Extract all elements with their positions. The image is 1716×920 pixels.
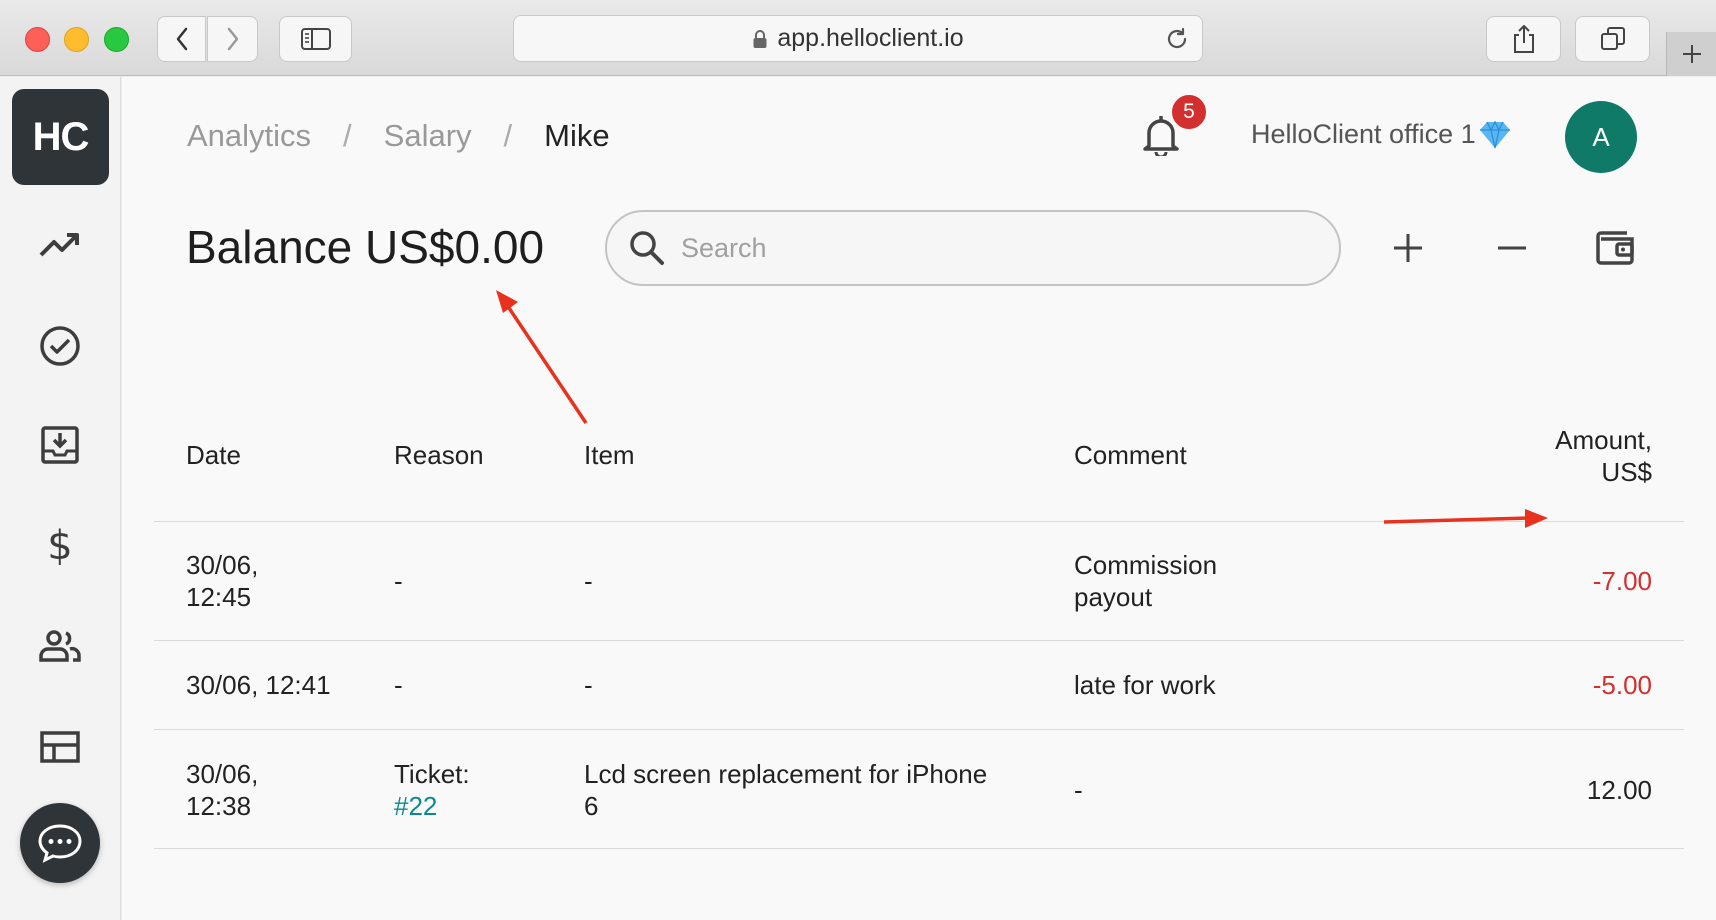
column-header-date[interactable]: Date — [186, 439, 376, 471]
breadcrumb-analytics[interactable]: Analytics — [187, 118, 311, 154]
people-icon — [39, 630, 81, 662]
sidebar: HC $ — [0, 77, 121, 920]
breadcrumb-current: Mike — [544, 118, 610, 153]
sidebar-item-tasks[interactable] — [30, 316, 90, 376]
row-date: 30/06, 12:38 — [186, 758, 376, 822]
minus-icon — [1498, 246, 1526, 250]
row-date: 30/06, 12:45 — [186, 549, 376, 613]
chevron-left-icon — [176, 27, 187, 51]
row-amount: 12.00 — [1586, 775, 1652, 805]
table-row[interactable]: 30/06, 12:45 - - Commission payout -7.00 — [154, 522, 1684, 641]
url-text: app.helloclient.io — [777, 24, 964, 52]
address-bar[interactable]: app.helloclient.io — [513, 15, 1203, 62]
close-window-button[interactable] — [25, 27, 50, 52]
row-comment: Commission payout — [1074, 549, 1274, 613]
breadcrumb-separator: / — [343, 118, 352, 153]
search-input[interactable] — [681, 232, 1301, 264]
row-date-line: 30/06, — [186, 550, 259, 580]
row-item-line: Lcd screen replacement for iPhone — [584, 759, 988, 789]
column-header-comment[interactable]: Comment — [1074, 439, 1274, 471]
tabs-icon — [1600, 27, 1625, 50]
row-comment: - — [1074, 775, 1083, 805]
chat-bubble-icon — [38, 824, 82, 863]
sidebar-item-finance[interactable]: $ — [30, 515, 90, 575]
ticket-link[interactable]: #22 — [394, 790, 574, 822]
sidebar-icon — [300, 28, 331, 50]
search-icon — [629, 230, 665, 266]
transactions-table: Date Reason Item Comment Amount, US$ 30/… — [154, 377, 1684, 849]
row-amount: -5.00 — [1592, 670, 1652, 700]
back-button[interactable] — [157, 16, 206, 62]
row-item: - — [584, 566, 593, 596]
row-comment-line: Commission — [1074, 550, 1218, 580]
row-comment: late for work — [1074, 670, 1216, 700]
row-item: - — [584, 670, 593, 700]
row-comment-line: payout — [1074, 582, 1153, 612]
chat-button[interactable] — [20, 803, 100, 883]
check-circle-icon — [40, 326, 80, 366]
column-header-item[interactable]: Item — [584, 439, 1044, 471]
breadcrumb: Analytics / Salary / Mike — [187, 118, 610, 154]
forward-button[interactable] — [207, 16, 258, 62]
tabs-overview-button[interactable] — [1575, 16, 1650, 62]
row-amount: -7.00 — [1592, 566, 1652, 596]
row-item: Lcd screen replacement for iPhone 6 — [584, 758, 1044, 822]
sidebar-item-inventory[interactable] — [30, 415, 90, 475]
table-header: Date Reason Item Comment Amount, US$ — [154, 377, 1684, 522]
row-reason: - — [394, 670, 403, 700]
table-row[interactable]: 30/06, 12:38 Ticket: #22 Lcd screen repl… — [154, 730, 1684, 849]
plus-icon — [1394, 234, 1422, 262]
reload-icon[interactable] — [1164, 26, 1190, 59]
row-date-line: 12:45 — [186, 582, 252, 612]
app-logo[interactable]: HC — [12, 89, 109, 185]
new-tab-button[interactable] — [1666, 32, 1716, 76]
column-header-amount-line2: US$ — [1601, 457, 1652, 487]
share-button[interactable] — [1486, 16, 1561, 62]
wallet-button[interactable] — [1587, 220, 1643, 276]
row-reason: Ticket: #22 — [394, 758, 574, 822]
row-reason: - — [394, 566, 403, 596]
row-date-line: 30/06, — [186, 759, 259, 789]
add-entry-button[interactable] — [1380, 220, 1436, 276]
breadcrumb-salary[interactable]: Salary — [384, 118, 472, 154]
column-header-amount[interactable]: Amount, US$ — [1452, 424, 1652, 488]
chevron-right-icon — [227, 27, 238, 51]
row-reason-line: Ticket: — [394, 759, 470, 789]
lock-icon — [752, 29, 768, 49]
office-name: HelloClient office 1 — [1251, 119, 1476, 149]
row-item-line: 6 — [584, 791, 599, 821]
search-field[interactable] — [605, 210, 1341, 286]
wallet-icon — [1596, 231, 1634, 265]
zoom-window-button[interactable] — [104, 27, 129, 52]
table-row[interactable]: 30/06, 12:41 - - late for work -5.00 — [154, 641, 1684, 730]
sidebar-item-analytics[interactable] — [30, 215, 90, 275]
avatar[interactable]: A — [1565, 101, 1637, 173]
trending-up-icon — [39, 233, 79, 257]
row-date: 30/06, 12:41 — [186, 670, 331, 700]
column-header-reason[interactable]: Reason — [394, 439, 574, 471]
svg-text:$: $ — [47, 523, 72, 567]
sidebar-item-employees[interactable] — [30, 616, 90, 676]
column-header-amount-line1: Amount, — [1555, 425, 1652, 455]
share-icon — [1513, 25, 1534, 53]
row-date-line: 12:38 — [186, 791, 252, 821]
main-content: Analytics / Salary / Mike 5 HelloClient … — [122, 77, 1716, 920]
sidebar-item-table[interactable] — [30, 717, 90, 777]
notification-count-badge: 5 — [1170, 93, 1208, 131]
diamond-icon — [1479, 120, 1510, 148]
balance-title: Balance US$0.00 — [186, 221, 545, 273]
office-selector[interactable]: HelloClient office 1 — [1251, 119, 1512, 150]
dollar-icon: $ — [47, 523, 72, 567]
minimize-window-button[interactable] — [64, 27, 89, 52]
sidebar-toggle-button[interactable] — [279, 16, 352, 62]
table-icon — [40, 731, 80, 763]
inbox-download-icon — [41, 426, 79, 464]
plus-icon — [1682, 45, 1701, 63]
browser-toolbar: app.helloclient.io — [0, 0, 1716, 76]
subtract-entry-button[interactable] — [1484, 220, 1540, 276]
breadcrumb-separator: / — [503, 118, 513, 153]
